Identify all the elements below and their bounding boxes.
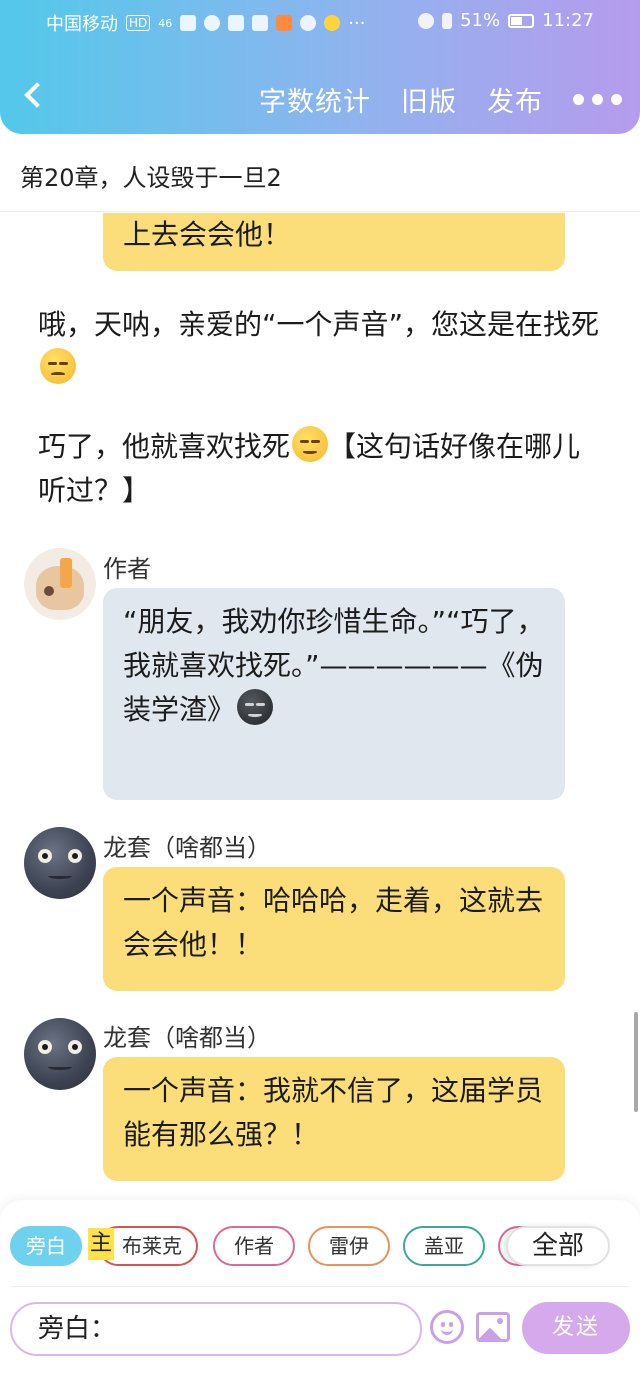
chip-rey[interactable]: 雷伊 [308, 1226, 390, 1266]
speaker-name: 龙套（啥都当） [103, 834, 271, 862]
speaker-name: 龙套（啥都当） [103, 1024, 271, 1052]
smirk-face-icon [292, 426, 329, 462]
message-bubble[interactable]: 上去会会他！ [103, 213, 565, 271]
status-bar: 中国移动 HD 46 ··· 51% 11:27 [0, 8, 640, 38]
avatar[interactable] [24, 1018, 96, 1090]
browser-app-icon [300, 15, 317, 31]
message-bubble[interactable]: 一个声音：我就不信了，这届学员能有那么强？！ [103, 1057, 565, 1181]
message-input[interactable]: 旁白： [10, 1302, 422, 1356]
message-bubble[interactable]: 一个声音：哈哈哈，走着，这就去会会他！！ [103, 867, 565, 991]
avatar[interactable] [24, 827, 96, 899]
protagonist-tag: 主 [88, 1228, 115, 1260]
clock: 11:27 [542, 10, 594, 31]
carrier-label: 中国移动 [46, 14, 118, 35]
emoji-app-icon [324, 15, 341, 31]
header-actions: 字数统计 旧版 发布 [229, 80, 622, 119]
top-header: 中国移动 HD 46 ··· 51% 11:27 字数统计 旧版 发布 [0, 0, 640, 134]
hd-badge: HD [126, 15, 151, 31]
message-bubble[interactable]: “朋友，我劝你珍惜生命。”“巧了，我就喜欢找死。”——————《伪装学渣》 [103, 588, 565, 800]
bluetooth-icon [442, 12, 453, 29]
old-version-button[interactable]: 旧版 [401, 80, 457, 119]
message-text: 一个声音：哈哈哈，走着，这就去会会他！！ [123, 884, 544, 961]
message-text: 上去会会他！ [123, 218, 292, 251]
hourglass-icon [228, 15, 245, 31]
chapter-title[interactable]: 第20章，人设毁于一旦2 [20, 158, 282, 193]
chip-narrator[interactable]: 旁白 [10, 1226, 82, 1266]
dark-moon-face-icon [237, 689, 274, 725]
signal-icon [180, 15, 197, 31]
more-notifications: ··· [348, 12, 366, 34]
chat-content[interactable]: 上去会会他！ 哦，天呐，亲爱的“一个声音”，您这是在找死 巧了，他就喜欢找死 【这… [0, 213, 640, 1200]
chip-all[interactable]: 全部 [506, 1226, 610, 1266]
unamused-face-icon [40, 348, 76, 384]
wifi-icon [204, 15, 221, 31]
narration-text[interactable]: 哦，天呐，亲爱的“一个声音”，您这是在找死 [38, 303, 608, 391]
message-text: “朋友，我劝你珍惜生命。”“巧了，我就喜欢找死。”——————《伪装学渣》 [123, 605, 545, 726]
role-chips[interactable]: 旁白 布莱克 主 作者 雷伊 盖亚 全部 [10, 1226, 640, 1268]
message-text: 一个声音：我就不信了，这届学员能有那么强？！ [123, 1074, 544, 1151]
speaker-name: 作者 [103, 555, 151, 583]
divider [10, 1286, 630, 1287]
chapter-header: 第20章，人设毁于一旦2 [0, 140, 640, 212]
battery-icon [508, 13, 535, 28]
back-button[interactable] [20, 78, 46, 112]
network-label: 46 [158, 16, 173, 30]
send-button[interactable]: 发送 [522, 1302, 630, 1354]
scrollbar[interactable] [634, 1012, 638, 1112]
chip-label: 布莱克 [122, 1234, 182, 1258]
music-app-icon [252, 15, 269, 31]
image-icon[interactable] [476, 1312, 510, 1342]
composer-panel: 旁白 布莱克 主 作者 雷伊 盖亚 全部 旁白： 发送 [0, 1200, 640, 1387]
word-count-button[interactable]: 字数统计 [259, 80, 371, 119]
narration-text[interactable]: 巧了，他就喜欢找死 【这句话好像在哪儿听过？】 [38, 425, 608, 513]
more-dots-icon[interactable] [573, 94, 622, 105]
chip-author[interactable]: 作者 [213, 1226, 295, 1266]
publish-button[interactable]: 发布 [487, 80, 543, 119]
battery-percent: 51% [460, 10, 501, 31]
alarm-icon [418, 12, 435, 29]
avatar[interactable] [24, 548, 96, 620]
input-row: 旁白： 发送 [0, 1300, 640, 1360]
narration-line: 巧了，他就喜欢找死 [38, 430, 291, 463]
narration-line: 哦，天呐，亲爱的“一个声音”，您这是在找死 [38, 308, 600, 341]
smile-icon[interactable] [430, 1310, 464, 1344]
chip-gaia[interactable]: 盖亚 [403, 1226, 485, 1266]
video-app-icon [276, 15, 293, 31]
